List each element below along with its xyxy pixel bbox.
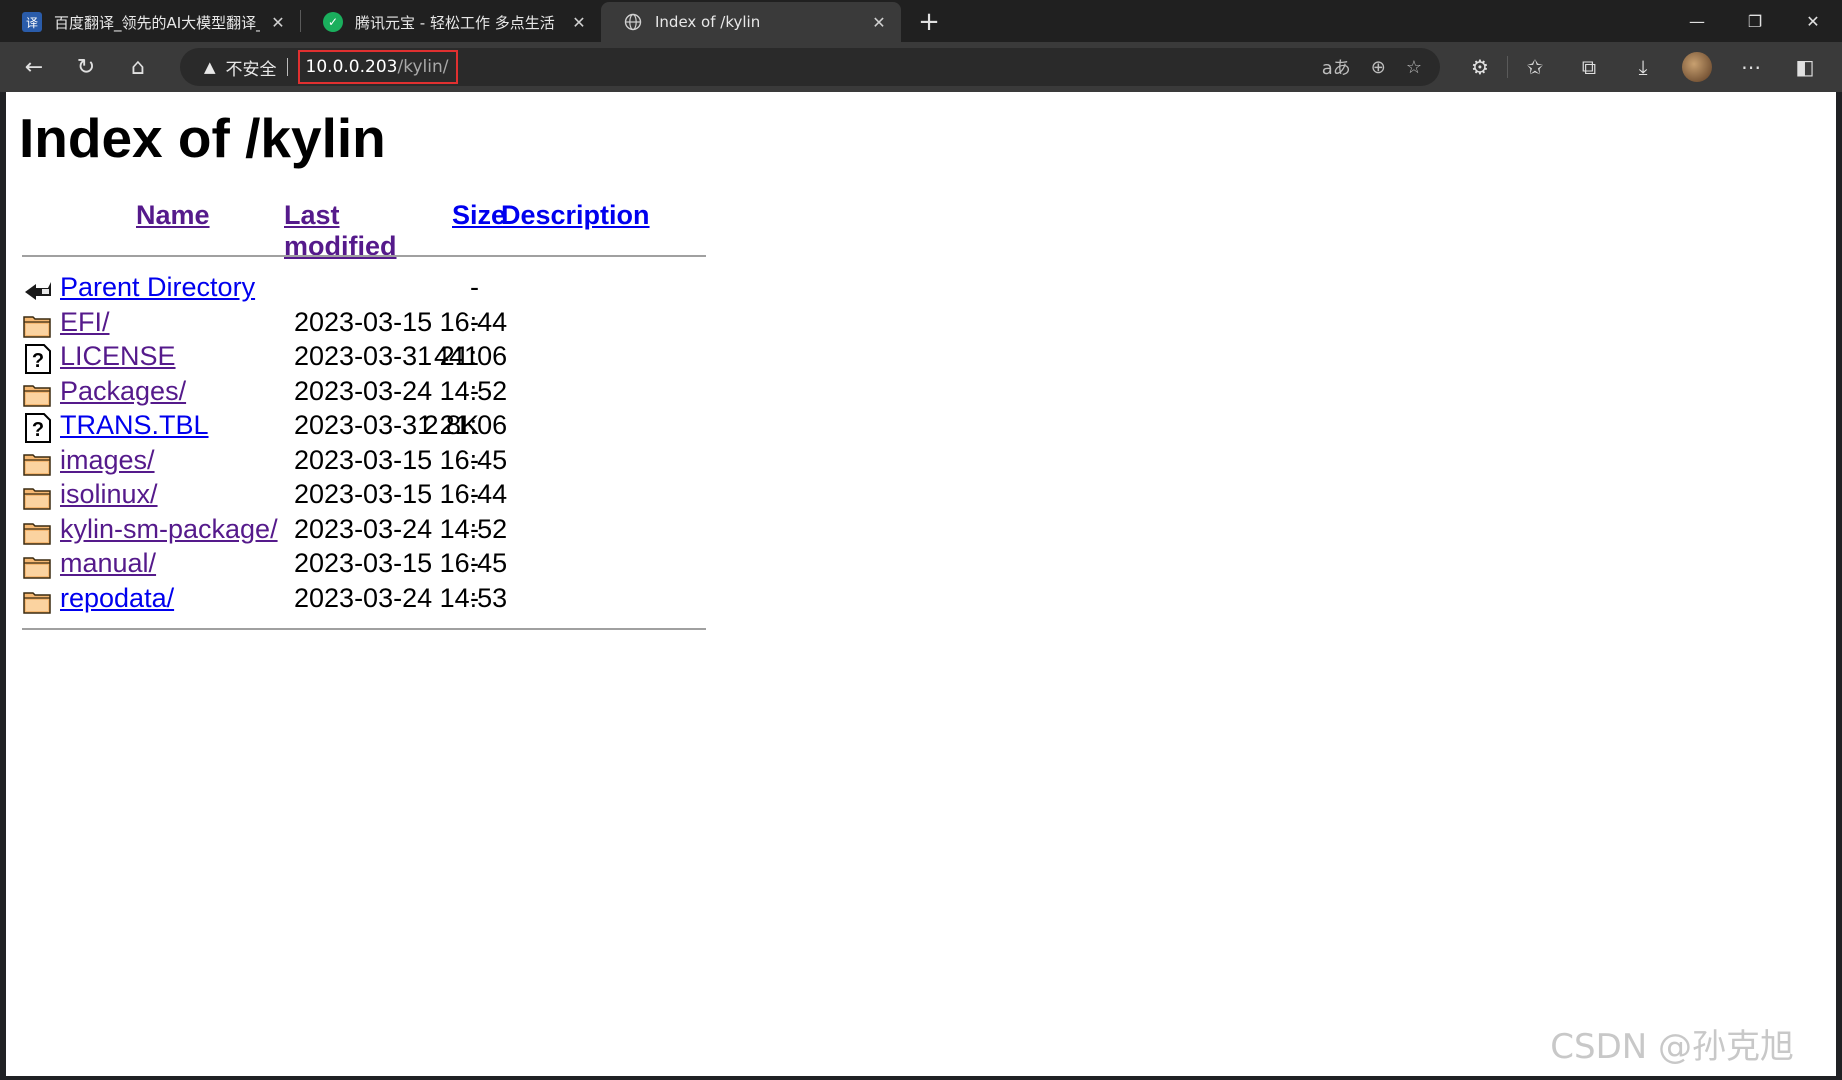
restore-icon[interactable]: ❐ <box>1726 0 1784 42</box>
minimize-icon[interactable]: — <box>1668 0 1726 42</box>
folder-icon <box>22 378 54 410</box>
browser-toolbar: ← ↻ ⌂ ▲ 不安全 10.0.0.203/kylin/ aあ ⊕ ☆ ⚙ ✩… <box>0 42 1842 92</box>
warning-icon: ▲ <box>204 58 216 76</box>
entry-size: - <box>470 272 479 302</box>
tab-index-of-kylin[interactable]: Index of /kylin ✕ <box>601 2 901 42</box>
page-title: Index of /kylin <box>19 107 386 169</box>
close-icon[interactable]: ✕ <box>268 12 288 32</box>
more-menu-icon[interactable]: ⋯ <box>1724 47 1778 87</box>
folder-icon <box>22 585 54 617</box>
svg-text:?: ? <box>32 350 44 372</box>
address-divider <box>286 58 288 76</box>
url-path: /kylin/ <box>397 57 449 77</box>
avatar[interactable] <box>1682 52 1712 82</box>
list-item: repodata/2023-03-24 14:53- <box>22 583 722 623</box>
entry-size: - <box>470 513 479 544</box>
zoom-icon[interactable]: ⊕ <box>1371 57 1386 78</box>
favorites-icon[interactable]: ✩ <box>1508 47 1562 87</box>
window-close-icon[interactable]: ✕ <box>1784 0 1842 42</box>
tab-tencent-yuanbao[interactable]: ✓ 腾讯元宝 - 轻松工作 多点生活 ✕ <box>301 2 601 42</box>
tab-title: Index of /kylin <box>655 13 761 31</box>
address-bar-actions: aあ ⊕ ☆ <box>1322 48 1422 86</box>
folder-icon <box>22 550 54 582</box>
toolbar-actions: ⚙ ✩ ⧉ ⤓ ⋯ ◧ <box>1453 42 1832 92</box>
tab-strip: 译 百度翻译_领先的AI大模型翻译_支 ✕ ✓ 腾讯元宝 - 轻松工作 多点生活… <box>0 0 1842 42</box>
entry-size: - <box>470 582 479 613</box>
new-tab-button[interactable]: + <box>909 2 949 42</box>
folder-icon <box>22 481 54 513</box>
back-arrow-icon[interactable]: ← <box>8 47 60 87</box>
tab-title: 腾讯元宝 - 轻松工作 多点生活 <box>355 13 555 32</box>
entry-size: - <box>470 479 479 509</box>
close-icon[interactable]: ✕ <box>869 12 889 32</box>
entry-size: - <box>470 444 479 475</box>
footer-divider <box>22 628 706 630</box>
page-viewport: Index of /kylin Name Last modified Size … <box>6 92 1836 1076</box>
entry-link[interactable]: kylin-sm-package/ <box>60 514 278 545</box>
security-label: 不安全 <box>225 59 277 80</box>
collections-icon[interactable]: ⧉ <box>1562 47 1616 87</box>
sort-by-last-modified-link[interactable]: Last modified <box>284 200 397 262</box>
read-aloud-icon[interactable]: aあ <box>1322 54 1351 80</box>
globe-icon <box>623 12 643 32</box>
download-icon[interactable]: ⤓ <box>1616 47 1670 87</box>
tab-baidu-translate[interactable]: 译 百度翻译_领先的AI大模型翻译_支 ✕ <box>0 2 300 42</box>
tab-title: 百度翻译_领先的AI大模型翻译_支 <box>54 13 260 32</box>
window-controls: — ❐ ✕ <box>1668 0 1842 42</box>
favorite-star-icon[interactable]: ☆ <box>1406 57 1422 78</box>
entry-link[interactable]: Packages/ <box>60 376 186 407</box>
unknown-file-icon: ? <box>22 412 54 444</box>
folder-icon <box>22 516 54 548</box>
address-bar[interactable]: ▲ 不安全 10.0.0.203/kylin/ aあ ⊕ ☆ <box>180 48 1440 86</box>
entry-link[interactable]: LICENSE <box>60 341 176 372</box>
entry-size: - <box>470 375 479 406</box>
folder-icon <box>22 447 54 479</box>
sort-by-name-link[interactable]: Name <box>136 200 210 231</box>
entry-link[interactable]: manual/ <box>60 548 156 579</box>
watermark: CSDN @孙克旭 <box>1550 1027 1794 1067</box>
entry-size: - <box>470 306 479 337</box>
home-icon[interactable]: ⌂ <box>112 47 164 87</box>
yuanbao-favicon-icon: ✓ <box>323 12 343 32</box>
svg-text:?: ? <box>32 419 44 441</box>
unknown-file-icon: ? <box>22 343 54 375</box>
entry-link[interactable]: repodata/ <box>60 583 174 614</box>
baidu-translate-favicon-icon: 译 <box>22 12 42 32</box>
reload-icon[interactable]: ↻ <box>60 47 112 87</box>
entry-link[interactable]: isolinux/ <box>60 479 158 510</box>
security-indicator[interactable]: ▲ 不安全 <box>180 55 277 80</box>
url-host: 10.0.0.203 <box>305 57 398 77</box>
close-icon[interactable]: ✕ <box>569 12 589 32</box>
sort-by-description-link[interactable]: Description <box>501 200 650 231</box>
back-icon <box>22 274 54 306</box>
sidebar-toggle-icon[interactable]: ◧ <box>1778 47 1832 87</box>
sort-by-size-link[interactable]: Size <box>452 200 506 231</box>
folder-icon <box>22 309 54 341</box>
url-highlight-box[interactable]: 10.0.0.203/kylin/ <box>297 50 458 84</box>
entry-link[interactable]: images/ <box>60 445 155 476</box>
entry-size: - <box>470 548 479 578</box>
entry-link[interactable]: EFI/ <box>60 307 110 338</box>
extensions-icon[interactable]: ⚙ <box>1453 47 1507 87</box>
header-divider <box>22 255 706 257</box>
entry-size: 441 <box>433 341 479 371</box>
entry-link[interactable]: TRANS.TBL <box>60 410 209 441</box>
entry-link[interactable]: Parent Directory <box>60 272 255 303</box>
entry-size: 2.8K <box>423 410 479 440</box>
